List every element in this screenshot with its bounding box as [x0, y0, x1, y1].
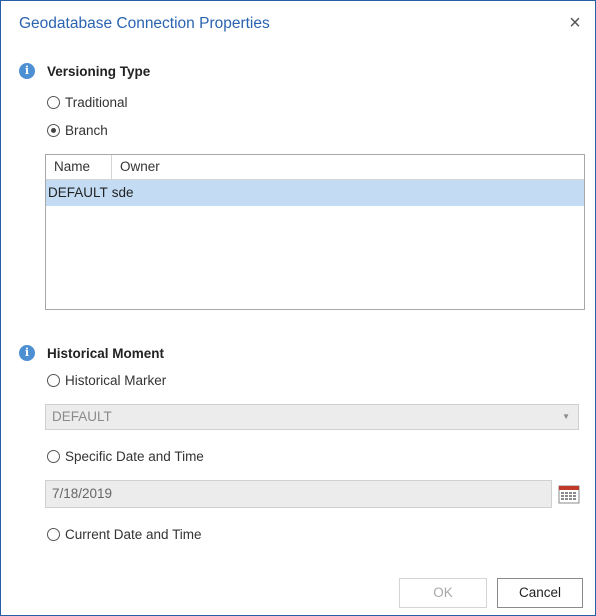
date-time-input[interactable]: 7/18/2019	[45, 480, 552, 508]
calendar-icon[interactable]	[558, 484, 580, 504]
traditional-label: Traditional	[65, 94, 128, 110]
version-list-header: Name Owner	[46, 155, 584, 180]
branch-label: Branch	[65, 122, 108, 138]
branch-radio-button[interactable]	[47, 123, 60, 137]
historical-marker-label: Historical Marker	[65, 372, 167, 388]
date-time-value: 7/18/2019	[52, 486, 113, 501]
chevron-down-icon[interactable]: ▼	[562, 405, 570, 429]
traditional-radio-button[interactable]	[47, 95, 60, 109]
specific-date-radio-button[interactable]	[47, 449, 60, 463]
cancel-button[interactable]: Cancel	[497, 578, 583, 608]
specific-date-label: Specific Date and Time	[65, 448, 204, 464]
historical-marker-value: DEFAULT	[52, 409, 112, 424]
current-date-label: Current Date and Time	[65, 526, 202, 542]
historical-marker-radio-button[interactable]	[47, 373, 60, 387]
version-name-cell: DEFAULT	[48, 185, 108, 200]
geodatabase-connection-dialog: Geodatabase Connection Properties × i Ve…	[0, 0, 596, 616]
title-bar: Geodatabase Connection Properties ×	[1, 1, 595, 45]
column-header-name[interactable]: Name	[46, 155, 112, 179]
close-icon[interactable]: ×	[563, 11, 587, 35]
dialog-title: Geodatabase Connection Properties	[19, 15, 270, 32]
version-owner-cell: sde	[111, 185, 134, 200]
table-row[interactable]: DEFAULT sde	[46, 180, 584, 206]
info-icon: i	[19, 345, 35, 361]
ok-button[interactable]: OK	[399, 578, 487, 608]
traditional-radio[interactable]: Traditional	[47, 93, 128, 111]
versioning-type-title: Versioning Type	[47, 63, 151, 79]
current-date-radio[interactable]: Current Date and Time	[47, 525, 202, 543]
historical-marker-radio[interactable]: Historical Marker	[47, 371, 166, 389]
specific-date-radio[interactable]: Specific Date and Time	[47, 447, 204, 465]
info-icon: i	[19, 63, 35, 79]
historical-moment-header: i Historical Moment	[19, 343, 164, 363]
current-date-radio-button[interactable]	[47, 527, 60, 541]
historical-moment-title: Historical Moment	[47, 345, 165, 361]
version-list[interactable]: Name Owner DEFAULT sde	[45, 154, 585, 310]
versioning-type-header: i Versioning Type	[19, 61, 150, 81]
column-header-owner[interactable]: Owner	[112, 155, 584, 179]
historical-marker-dropdown[interactable]: DEFAULT ▼	[45, 404, 579, 430]
branch-radio[interactable]: Branch	[47, 121, 108, 139]
